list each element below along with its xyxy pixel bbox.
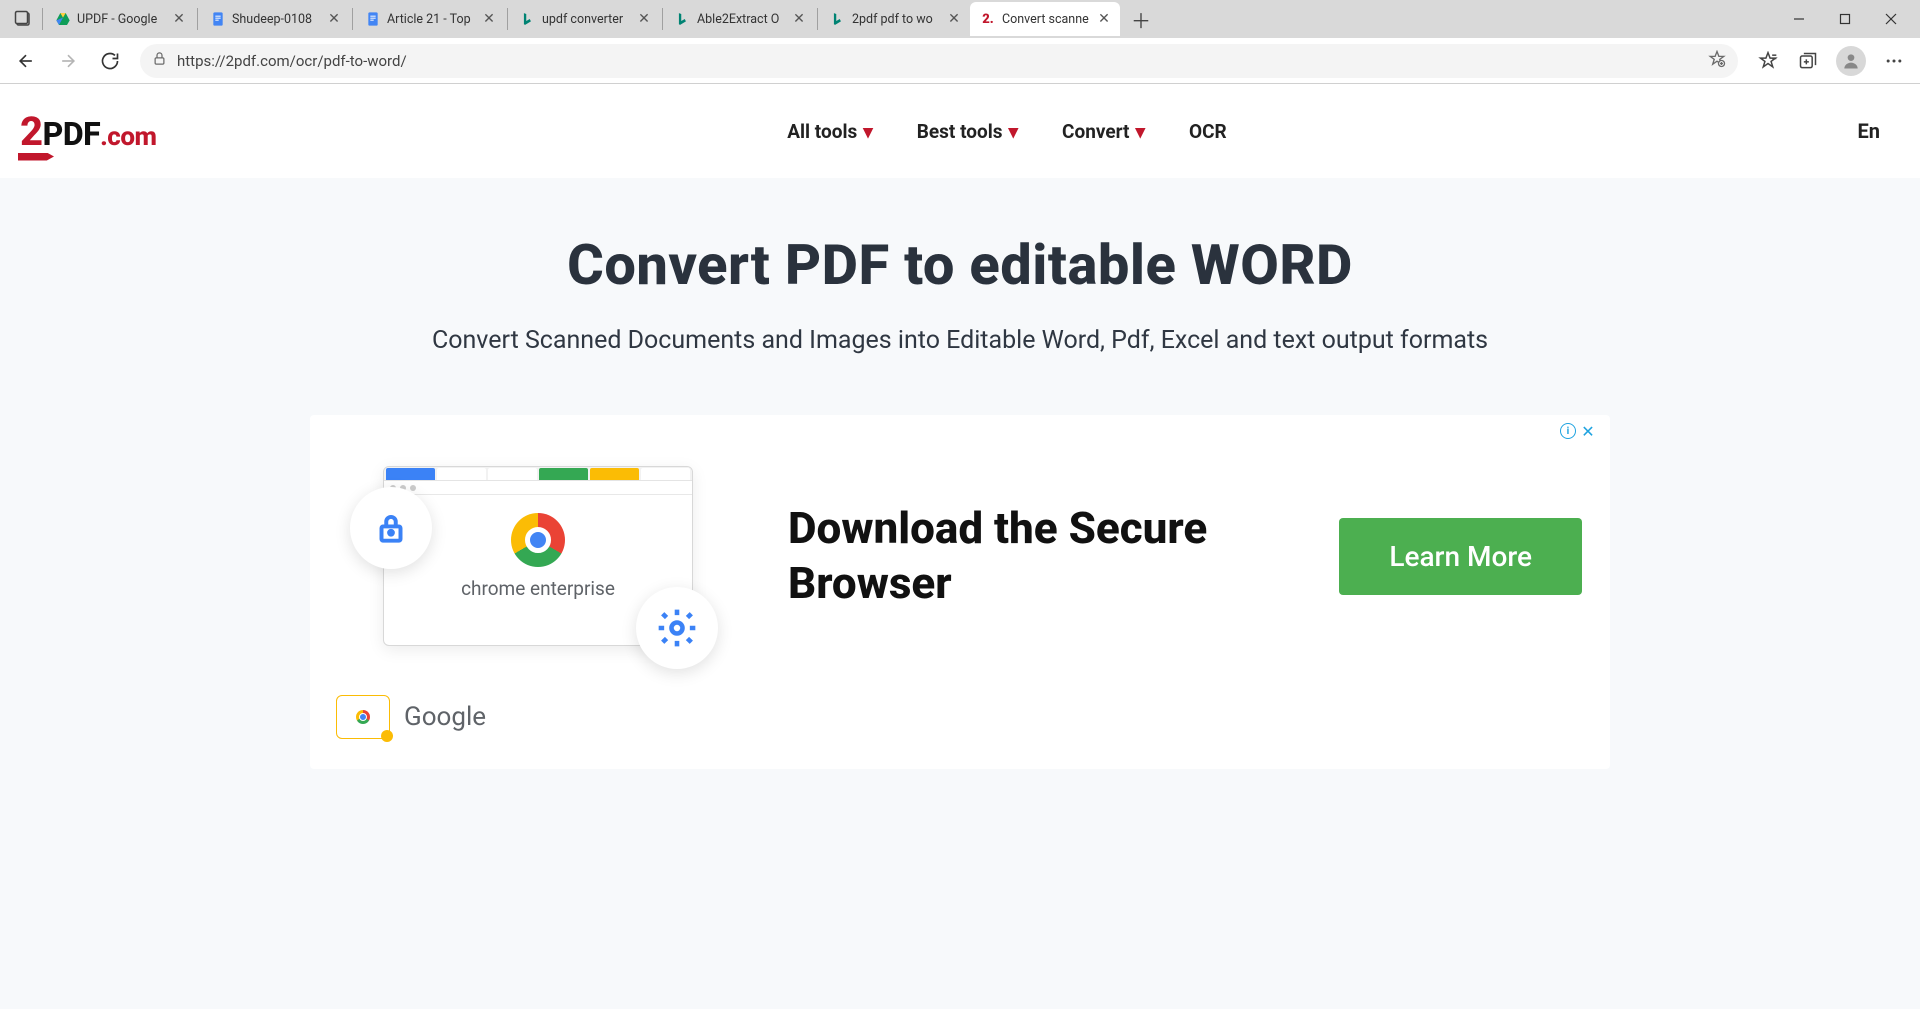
- chevron-down-icon: ▾: [1009, 120, 1019, 143]
- tab-strip: UPDF - Google ✕ Shudeep-0108 ✕ Article 2…: [0, 0, 1920, 38]
- separator: [42, 8, 43, 30]
- tab-title: Convert scanne: [1002, 12, 1090, 27]
- close-icon[interactable]: ✕: [481, 11, 497, 27]
- separator: [197, 8, 198, 30]
- back-button[interactable]: [8, 43, 44, 79]
- browser-tab[interactable]: 2pdf pdf to wo ✕: [820, 2, 970, 36]
- lock-badge-icon: [350, 487, 432, 569]
- close-icon[interactable]: ✕: [791, 11, 807, 27]
- separator: [352, 8, 353, 30]
- collections-button[interactable]: [1790, 43, 1826, 79]
- close-icon[interactable]: ✕: [946, 11, 962, 27]
- lang-label: En: [1858, 119, 1880, 143]
- logo-suffix: .com: [100, 122, 156, 152]
- nav-label: Best tools: [917, 120, 1003, 143]
- ad-body: chrome enterprise Download the Secure Br…: [328, 431, 1592, 671]
- chrome-enterprise-thumb-icon: [336, 695, 390, 739]
- close-icon[interactable]: ✕: [636, 11, 652, 27]
- browser-tab[interactable]: Article 21 - Top ✕: [355, 2, 505, 36]
- favorites-button[interactable]: [1750, 43, 1786, 79]
- tab-title: 2pdf pdf to wo: [852, 12, 940, 27]
- ad-footer: Google: [328, 695, 1592, 739]
- logo-mid: PDF: [43, 115, 101, 153]
- ad-info-icon[interactable]: i: [1560, 423, 1576, 439]
- chrome-enterprise-label: chrome enterprise: [461, 577, 615, 600]
- site-logo[interactable]: 2 PDF .com: [20, 108, 156, 155]
- bing-icon: [830, 11, 846, 27]
- 2pdf-icon: 2.: [980, 11, 996, 27]
- gear-badge-icon: [636, 587, 718, 669]
- separator: [817, 8, 818, 30]
- refresh-button[interactable]: [92, 43, 128, 79]
- logo-prefix: 2: [20, 108, 43, 155]
- docs-icon: [365, 11, 381, 27]
- window-close-button[interactable]: [1868, 2, 1914, 36]
- maximize-button[interactable]: [1822, 2, 1868, 36]
- tab-title: updf converter: [542, 12, 630, 27]
- browser-tab[interactable]: Able2Extract O ✕: [665, 2, 815, 36]
- chevron-down-icon: ▾: [863, 120, 873, 143]
- language-selector[interactable]: En: [1858, 119, 1880, 143]
- ad-headline: Download the Secure Browser: [788, 501, 1289, 611]
- site-header: 2 PDF .com All tools ▾ Best tools ▾ Conv…: [0, 84, 1920, 178]
- main-nav: All tools ▾ Best tools ▾ Convert ▾ OCR: [787, 120, 1226, 143]
- tab-actions-icon[interactable]: [6, 2, 40, 36]
- more-menu-button[interactable]: [1876, 43, 1912, 79]
- spacer: [0, 829, 1920, 1009]
- nav-all-tools[interactable]: All tools ▾: [787, 120, 873, 143]
- nav-best-tools[interactable]: Best tools ▾: [917, 120, 1018, 143]
- browser-tab[interactable]: UPDF - Google ✕: [45, 2, 195, 36]
- bing-icon: [520, 11, 536, 27]
- separator: [662, 8, 663, 30]
- new-tab-button[interactable]: ＋: [1126, 4, 1156, 34]
- nav-label: OCR: [1189, 120, 1227, 143]
- page-title: Convert PDF to editable WORD: [20, 232, 1900, 298]
- url-input[interactable]: [177, 52, 1698, 70]
- drive-icon: [55, 11, 71, 27]
- ad-controls: i ✕: [1560, 423, 1596, 439]
- ad-close-icon[interactable]: ✕: [1580, 423, 1596, 439]
- ad-brand: Google: [404, 702, 486, 732]
- address-bar[interactable]: [140, 44, 1738, 78]
- page-viewport: 2 PDF .com All tools ▾ Best tools ▾ Conv…: [0, 84, 1920, 1009]
- hero-section: Convert PDF to editable WORD Convert Sca…: [0, 178, 1920, 395]
- chevron-down-icon: ▾: [1135, 120, 1145, 143]
- browser-chrome: UPDF - Google ✕ Shudeep-0108 ✕ Article 2…: [0, 0, 1920, 84]
- add-favorite-icon[interactable]: [1708, 50, 1726, 72]
- close-icon[interactable]: ✕: [326, 11, 342, 27]
- docs-icon: [210, 11, 226, 27]
- nav-convert[interactable]: Convert ▾: [1062, 120, 1145, 143]
- chrome-logo-icon: [511, 513, 565, 567]
- close-icon[interactable]: ✕: [171, 11, 187, 27]
- toolbar-right: [1750, 43, 1912, 79]
- browser-tab[interactable]: Shudeep-0108 ✕: [200, 2, 350, 36]
- window-controls: [1776, 2, 1914, 36]
- close-icon[interactable]: ✕: [1096, 11, 1112, 27]
- nav-ocr[interactable]: OCR: [1189, 120, 1227, 143]
- learn-more-button[interactable]: Learn More: [1339, 518, 1582, 595]
- forward-button[interactable]: [50, 43, 86, 79]
- page-scroll[interactable]: 2 PDF .com All tools ▾ Best tools ▾ Conv…: [0, 84, 1920, 1009]
- page-subtitle: Convert Scanned Documents and Images int…: [20, 326, 1900, 355]
- ad-illustration: chrome enterprise: [338, 451, 738, 661]
- tab-title: UPDF - Google: [77, 12, 165, 27]
- nav-label: All tools: [787, 120, 857, 143]
- lock-icon: [152, 51, 167, 70]
- separator: [507, 8, 508, 30]
- ad-headline-wrap: Download the Secure Browser: [788, 501, 1289, 611]
- bing-icon: [675, 11, 691, 27]
- tab-title: Shudeep-0108: [232, 12, 320, 27]
- browser-tab[interactable]: updf converter ✕: [510, 2, 660, 36]
- tab-title: Able2Extract O: [697, 12, 785, 27]
- tab-title: Article 21 - Top: [387, 12, 475, 27]
- browser-tab-active[interactable]: 2. Convert scanne ✕: [970, 2, 1120, 36]
- profile-avatar[interactable]: [1836, 46, 1866, 76]
- ad-card: i ✕ chrome enterprise: [310, 415, 1610, 769]
- nav-label: Convert: [1062, 120, 1129, 143]
- browser-toolbar: [0, 38, 1920, 84]
- minimize-button[interactable]: [1776, 2, 1822, 36]
